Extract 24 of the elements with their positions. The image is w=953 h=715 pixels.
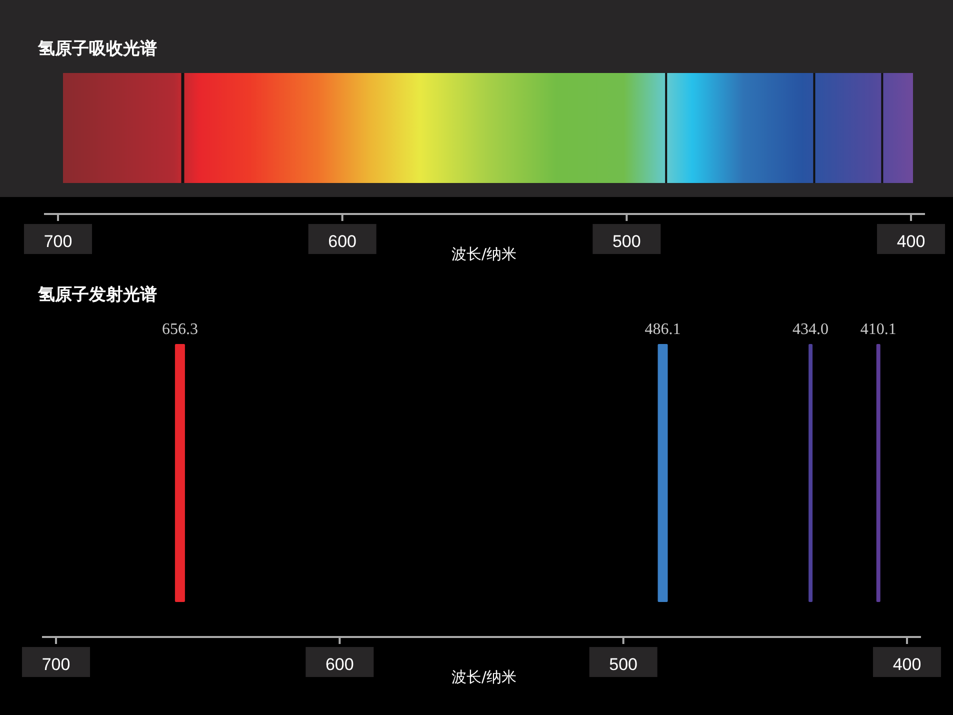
tick-label: 600 <box>325 655 354 674</box>
tick-label: 700 <box>44 232 72 251</box>
tick-label: 400 <box>896 232 926 251</box>
tick-label-background <box>24 224 92 254</box>
tick-label: 400 <box>892 655 922 674</box>
tick-label-background <box>592 224 661 254</box>
tick-label: 700 <box>42 655 70 674</box>
tick-label-background <box>308 224 376 254</box>
axis-label: 波长/纳米 <box>451 668 517 686</box>
wavelength-label: 656.3 <box>162 321 198 338</box>
tick-label: 500 <box>609 655 638 674</box>
chart-title: 氢原子发射光谱 <box>38 284 158 306</box>
chart-title: 氢原子吸收光谱 <box>38 38 158 60</box>
tick-label-background <box>873 647 941 677</box>
wavelength-label: 410.1 <box>860 321 896 338</box>
tick-label-background <box>877 224 945 254</box>
wavelength-label: 434.0 <box>792 321 829 338</box>
wavelength-label: 486.1 <box>644 321 681 338</box>
tick-label-background <box>306 647 374 677</box>
axis-label: 波长/纳米 <box>451 245 517 263</box>
tick-label: 500 <box>612 232 641 251</box>
tick-label-background <box>589 647 658 677</box>
tick-label-background <box>22 647 90 677</box>
tick-label: 600 <box>328 232 357 251</box>
